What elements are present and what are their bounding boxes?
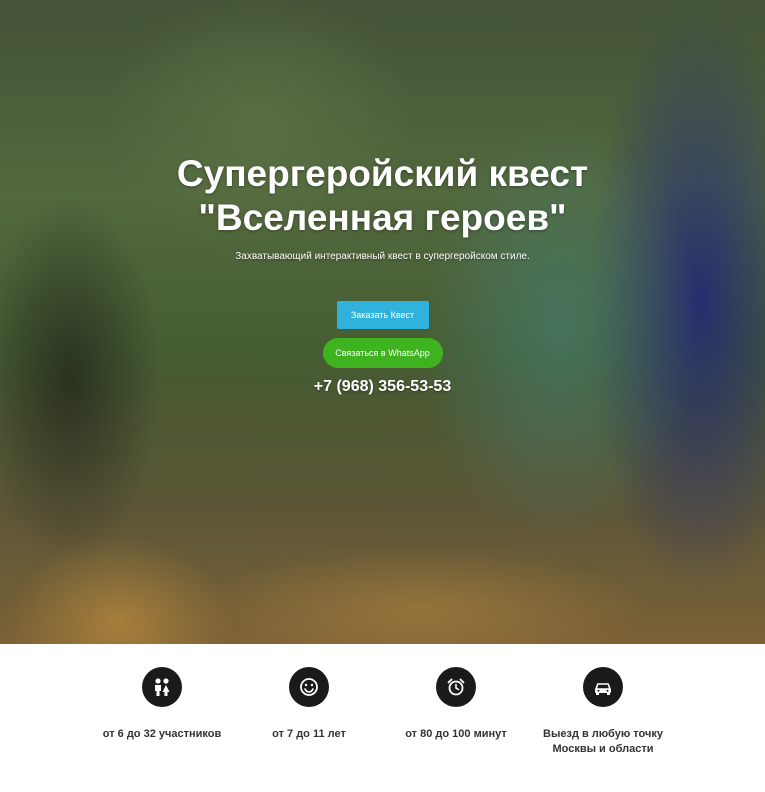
hero-title-line1: Супергеройский квест	[176, 153, 589, 194]
feature-travel-label: Выезд в любую точку Москвы и области	[513, 727, 693, 757]
phone-number[interactable]: +7 (968) 356-53-53	[0, 377, 765, 397]
order-quest-button[interactable]: Заказать Квест	[336, 301, 429, 329]
features-section: от 6 до 32 участников от 7 до 11 лет от …	[0, 644, 765, 792]
feature-travel-label-line2: Москвы и области	[552, 743, 654, 755]
hero-section: Супергеройский квест "Вселенная героев" …	[0, 0, 765, 644]
whatsapp-contact-button[interactable]: Связаться в WhatsApp	[322, 338, 443, 368]
hero-subtitle: Захватывающий интерактивный квест в супе…	[235, 251, 530, 262]
alarm-clock-icon	[436, 667, 476, 707]
smiley-icon	[289, 667, 329, 707]
feature-travel: Выезд в любую точку Москвы и области	[513, 667, 693, 757]
hero-title-line2: "Вселенная героев"	[198, 197, 567, 238]
car-icon	[583, 667, 623, 707]
children-icon	[142, 667, 182, 707]
feature-travel-label-line1: Выезд в любую точку	[543, 728, 663, 740]
hero-title: Супергеройский квест "Вселенная героев"	[0, 152, 765, 240]
hero-content: Супергеройский квест "Вселенная героев" …	[0, 152, 765, 397]
